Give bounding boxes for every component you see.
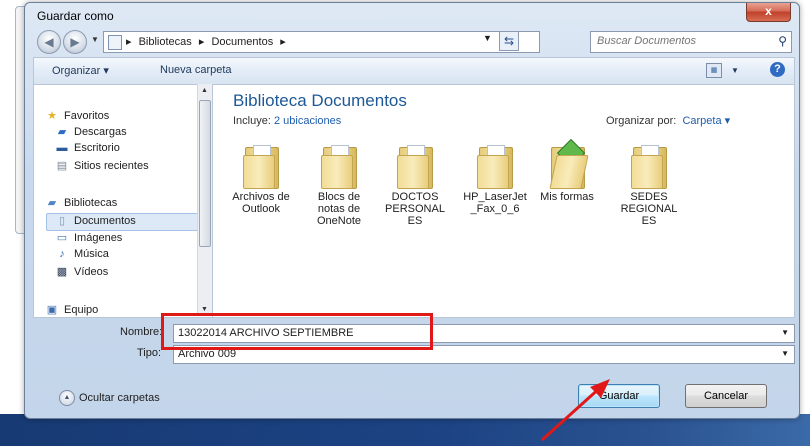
annotation-arrow-shaft [540, 384, 604, 442]
annotation-arrow [540, 379, 610, 442]
